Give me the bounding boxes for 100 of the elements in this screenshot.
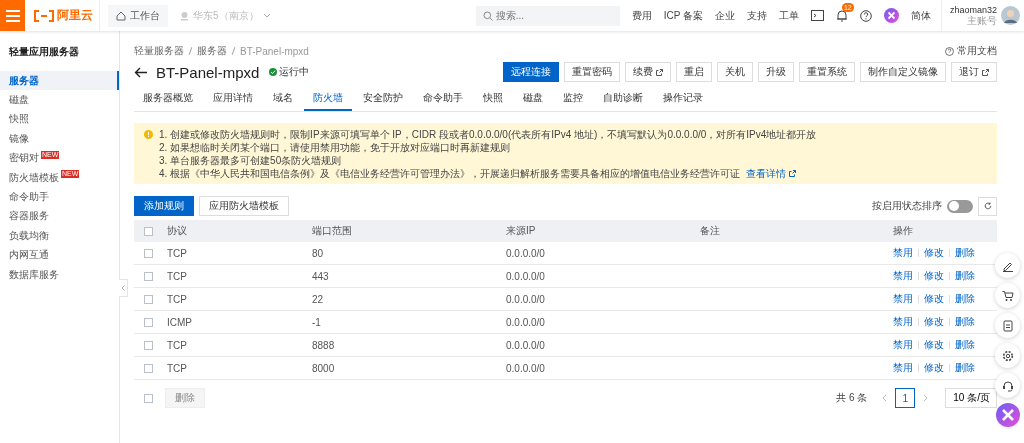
refresh-button[interactable]	[978, 196, 997, 216]
workbench-button[interactable]: 工作台	[108, 4, 168, 27]
support-button[interactable]	[995, 373, 1020, 398]
nav-link[interactable]: 费用	[631, 8, 652, 23]
tab[interactable]: 监控	[554, 91, 592, 111]
chevron-left-icon	[121, 285, 125, 291]
toolbar-button[interactable]: 添加规则	[134, 196, 194, 216]
tab[interactable]: 操作记录	[654, 91, 712, 111]
menu-button[interactable]	[0, 0, 25, 31]
row-action-link[interactable]: 修改	[924, 292, 944, 306]
row-action-link[interactable]: 删除	[955, 315, 975, 329]
settings-button[interactable]	[995, 343, 1020, 368]
previous-page-icon[interactable]	[881, 394, 888, 402]
row-checkbox[interactable]	[144, 248, 153, 258]
action-button[interactable]: 退订	[951, 62, 997, 82]
select-all-checkbox[interactable]	[144, 226, 153, 236]
table-cell-text: -1	[312, 316, 322, 328]
tab[interactable]: 防火墙	[304, 91, 352, 111]
row-action-link[interactable]: 删除	[955, 269, 975, 283]
row-action-link[interactable]: 删除	[955, 246, 975, 260]
action-button[interactable]: 升级	[758, 62, 794, 82]
action-button[interactable]: 远程连接	[503, 62, 559, 82]
breadcrumb-link[interactable]: 轻量服务器	[134, 44, 184, 58]
back-arrow-icon[interactable]	[134, 66, 148, 78]
tab[interactable]: 命令助手	[414, 91, 472, 111]
toolbar-button[interactable]: 应用防火墙模板	[199, 196, 289, 216]
tab[interactable]: 自助诊断	[594, 91, 652, 111]
sidebar-item[interactable]: 服务器	[0, 71, 119, 91]
next-page-icon[interactable]	[923, 394, 930, 402]
page-size-selector[interactable]: 10 条/页	[945, 388, 997, 408]
nav-link[interactable]: 工单	[778, 8, 799, 23]
row-action-link[interactable]: 禁用	[893, 361, 913, 375]
sidebar-item[interactable]: 数据库服务	[0, 264, 119, 285]
row-checkbox[interactable]	[144, 271, 153, 281]
details-link[interactable]: 查看详情	[746, 167, 797, 180]
sidebar-item[interactable]: 内网互通	[0, 245, 119, 265]
nav-link[interactable]: 企业	[714, 8, 735, 23]
row-checkbox[interactable]	[144, 317, 153, 327]
edit-button[interactable]	[995, 253, 1020, 278]
bell-icon[interactable]	[835, 9, 848, 22]
row-checkbox[interactable]	[144, 363, 153, 373]
avatar-icon[interactable]	[1001, 6, 1020, 25]
row-action-link[interactable]: 禁用	[893, 246, 913, 260]
user-name: zhaoman32	[949, 5, 997, 15]
row-action-link[interactable]: 修改	[924, 246, 944, 260]
sidebar-item[interactable]: 镜像	[0, 129, 119, 149]
action-button[interactable]: 续费	[625, 62, 671, 82]
document-button[interactable]	[995, 313, 1020, 338]
action-button[interactable]: 重置系统	[799, 62, 855, 82]
row-action-link[interactable]: 修改	[924, 315, 944, 329]
row-action-link[interactable]: 修改	[924, 338, 944, 352]
check-circle-icon	[269, 68, 278, 76]
row-action-link[interactable]: 禁用	[893, 315, 913, 329]
help-icon[interactable]	[859, 9, 872, 22]
row-action-link[interactable]: 删除	[955, 361, 975, 375]
action-button[interactable]: 制作自定义镜像	[860, 62, 946, 82]
table-cell-text: 80	[312, 247, 325, 259]
row-action-link[interactable]: 修改	[924, 361, 944, 375]
sidebar-item[interactable]: 磁盘	[0, 90, 119, 110]
sidebar-item[interactable]: 容器服务	[0, 206, 119, 227]
page-button[interactable]: 1	[895, 388, 916, 408]
tab[interactable]: 快照	[474, 91, 512, 111]
row-action-link[interactable]: 删除	[955, 338, 975, 352]
row-checkbox[interactable]	[144, 340, 153, 350]
docs-link[interactable]: 常用文档	[945, 44, 997, 58]
status-text: 运行中	[279, 65, 310, 79]
row-checkbox[interactable]	[144, 294, 153, 304]
language-link[interactable]: 简体	[910, 8, 931, 23]
cart-button[interactable]	[995, 283, 1020, 308]
action-button[interactable]: 重置密码	[564, 62, 620, 82]
column-header: 端口范围	[312, 224, 353, 238]
sort-toggle[interactable]	[947, 199, 973, 213]
terminal-icon[interactable]	[810, 10, 824, 21]
tab[interactable]: 磁盘	[514, 91, 552, 111]
nav-link[interactable]: ICP 备案	[663, 8, 703, 23]
table-cell-text: TCP	[167, 247, 188, 259]
sidebar-item[interactable]: 负载均衡	[0, 226, 119, 246]
tab[interactable]: 安全防护	[354, 91, 412, 111]
nav-link[interactable]: 支持	[746, 8, 767, 23]
logo-text: 阿里云	[57, 7, 93, 24]
action-button[interactable]: 关机	[717, 62, 753, 82]
assistant-icon[interactable]	[995, 403, 1020, 427]
tab[interactable]: 应用详情	[204, 91, 262, 111]
tab[interactable]: 服务器概览	[134, 91, 202, 111]
sidebar-item[interactable]: 命令助手	[0, 187, 119, 207]
collapse-handle[interactable]	[119, 279, 128, 297]
row-action-link[interactable]: 禁用	[893, 292, 913, 306]
select-all-checkbox[interactable]	[144, 393, 153, 403]
action-button[interactable]: 重启	[676, 62, 712, 82]
sidebar-item[interactable]: 快照	[0, 109, 119, 130]
breadcrumb-link[interactable]: 服务器	[197, 44, 227, 58]
tab[interactable]: 域名	[264, 91, 302, 111]
search-field[interactable]: 搜索...	[475, 5, 620, 26]
table-cell-text: 8888	[312, 339, 336, 351]
app-logo-icon[interactable]	[883, 8, 899, 23]
table-cell-text: TCP	[167, 339, 188, 351]
row-action-link[interactable]: 禁用	[893, 338, 913, 352]
row-action-link[interactable]: 删除	[955, 292, 975, 306]
row-action-link[interactable]: 禁用	[893, 269, 913, 283]
row-action-link[interactable]: 修改	[924, 269, 944, 283]
